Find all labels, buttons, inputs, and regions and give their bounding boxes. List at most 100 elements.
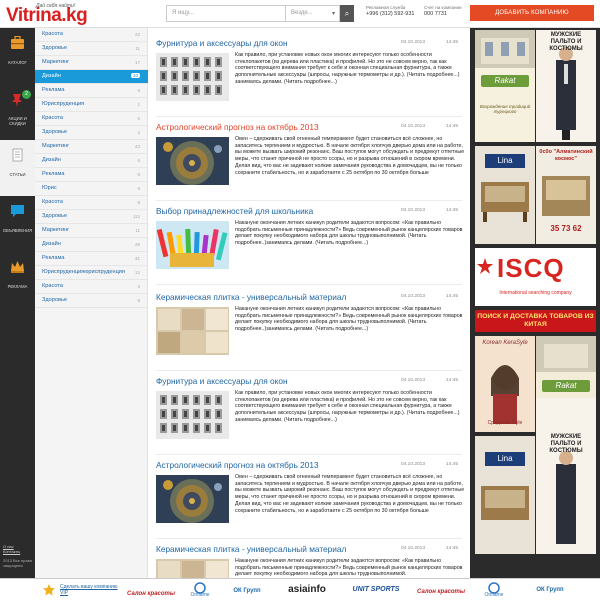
ad-banner-china-delivery[interactable]: ПОИСК И ДОСТАВКА ТОВАРОВ ИЗ КИТАЯ	[475, 310, 596, 332]
region-select[interactable]: Везде... ▾	[286, 5, 340, 22]
ad-service-contact: Рекламная служба +996 (312) 592-931	[366, 5, 414, 17]
nav-item-promotions[interactable]: 2 АКЦИИ И СКИДКИ	[0, 84, 35, 140]
partner-logo-ok-2[interactable]: ОК Групп	[520, 580, 580, 600]
partner-logo-ok[interactable]: ОК Групп	[224, 580, 270, 600]
article-date: 04.10.2013	[401, 208, 426, 213]
article-item: Фурнитура и аксессуары для окон 04.10.201…	[156, 38, 466, 112]
partner-logo-zvezda-2[interactable]: Салон красоты Звезда	[414, 580, 468, 600]
category-label: Маркетинг	[42, 143, 70, 149]
category-item[interactable]: Красота 22	[35, 28, 148, 42]
category-label: Здоровье	[42, 129, 67, 135]
nav-item-ads[interactable]: ОБЪЯВЛЕНИЯ	[0, 196, 35, 252]
vip-promo[interactable]: Сделать вашу компанию VIP	[38, 580, 120, 600]
category-item[interactable]: Маркетинг 17	[35, 56, 148, 70]
ad-banner-lina[interactable]: Lina	[475, 146, 535, 244]
category-item[interactable]: Дизайн 10	[35, 70, 154, 84]
category-item[interactable]: Маркетинг 43	[35, 140, 148, 154]
article-title-link[interactable]: Керамическая плитка - универсальный мате…	[156, 544, 346, 554]
category-count: 5	[137, 157, 140, 163]
partner-logo-asiainfo[interactable]: asiainfo	[276, 580, 338, 600]
category-item[interactable]: Красота 8	[35, 196, 148, 210]
region-placeholder: Везде...	[291, 10, 313, 16]
category-item[interactable]: Маркетинг 11	[35, 224, 148, 238]
partner-name: Салон красоты Звезда	[416, 589, 465, 595]
category-item[interactable]: Здоровье 8	[35, 294, 148, 308]
category-item[interactable]: Здоровье 2	[35, 126, 148, 140]
nav-label: СТАТЬИ	[9, 172, 26, 177]
category-label: Дизайн	[42, 157, 61, 163]
article-item: Керамическая плитка - универсальный мате…	[156, 292, 466, 366]
search-input[interactable]: Я ищу...	[166, 5, 286, 22]
article-divider	[156, 370, 462, 371]
ad-service-phone: +996 (312) 592-931	[366, 11, 415, 17]
partner-logo-unit-sports[interactable]: UNIT SPORTS	[344, 580, 408, 600]
category-count: 10	[130, 73, 140, 78]
nav-label: РЕКЛАМА	[7, 284, 28, 289]
vip-link[interactable]: Сделать вашу компанию VIP	[60, 584, 118, 596]
category-count: 17	[134, 59, 140, 65]
article-title-link[interactable]: Фурнитура и аксессуары для окон	[156, 376, 288, 386]
ad-banner-cosmos[interactable]: 0с0о "Алматинский космос" 35 73 62	[536, 146, 596, 244]
article-date: 04.10.2013	[401, 378, 426, 383]
category-item[interactable]: Юриспруденция 1	[35, 98, 148, 112]
article-time: 14:45	[446, 124, 459, 129]
category-count: 8	[137, 199, 140, 205]
partner-logo-zvezda[interactable]: Салон красоты Звезда	[126, 580, 176, 600]
accounts-phone: 000 7731	[424, 11, 447, 17]
partner-name: UNIT SPORTS	[352, 586, 400, 593]
ad-banner-rakat[interactable]: Rakat Возрождение традиций турецкого	[475, 30, 535, 142]
category-item[interactable]: Здоровье 112	[35, 210, 148, 224]
category-item[interactable]: Юриспруденцияюриспруденция 12	[35, 266, 148, 280]
category-item[interactable]: Реклама 8	[35, 168, 148, 182]
article-title-link[interactable]: Керамическая плитка - универсальный мате…	[156, 292, 346, 302]
top-header: Дай себя найти! Vitrina.kg Я ищу... Везд…	[0, 0, 600, 28]
ad-brand: Rakat	[542, 380, 590, 392]
contacts-link[interactable]: Контакты	[3, 549, 20, 554]
category-item[interactable]: Реклама 31	[35, 252, 148, 266]
ad-title: МУЖСКИЕ ПАЛЬТО И КОСТЮМЫ	[549, 32, 583, 52]
article-thumbnail[interactable]	[156, 53, 229, 101]
article-date: 04.10.2013	[401, 294, 426, 299]
category-item[interactable]: Дизайн 26	[35, 238, 148, 252]
category-label: Дизайн	[42, 73, 61, 79]
article-time: 14:45	[446, 462, 459, 467]
category-label: Здоровье	[42, 213, 67, 219]
category-item[interactable]: Красота 3	[35, 280, 148, 294]
article-title-link[interactable]: Выбор принадлежностей для школьника	[156, 206, 313, 216]
article-time: 14:45	[446, 40, 459, 45]
ad-brand: Lina	[485, 154, 525, 168]
nav-item-advertising[interactable]: РЕКЛАМА	[0, 252, 35, 308]
partner-logo-oriflame-2[interactable]: Oriflame	[474, 580, 514, 600]
ad-banner-suits[interactable]: МУЖСКИЕ ПАЛЬТО И КОСТЮМЫ	[536, 30, 596, 142]
article-thumbnail[interactable]	[156, 221, 229, 269]
partner-logo-oriflame[interactable]: Oriflame	[180, 580, 220, 600]
article-title-link[interactable]: Фурнитура и аксессуары для окон	[156, 38, 288, 48]
add-company-button[interactable]: ДОБАВИТЬ КОМПАНИЮ	[470, 5, 594, 21]
ad-banner-iscq[interactable]: ISCQ International searching company	[475, 248, 596, 306]
category-item[interactable]: Дизайн 5	[35, 154, 148, 168]
category-label: Дизайн	[42, 241, 61, 247]
ad-banner-suits-2[interactable]: МУЖСКИЕ ПАЛЬТО И КОСТЮМЫ	[536, 398, 596, 554]
ad-banner-korean[interactable]: Korean KeraSyle Средства Style	[475, 336, 535, 432]
category-item[interactable]: Красота 5	[35, 112, 148, 126]
article-thumbnail[interactable]	[156, 307, 229, 355]
article-excerpt: Овен – сдерживать свой огненный темперам…	[235, 136, 465, 176]
nav-item-catalog[interactable]: КАТАЛОГ	[0, 28, 35, 84]
article-title-link[interactable]: Астрологический прогноз на октябрь 2013	[156, 460, 319, 470]
oriflame-icon	[194, 582, 206, 594]
search-button[interactable]: ⌕	[340, 5, 354, 22]
site-logo[interactable]: Дай себя найти! Vitrina.kg	[6, 3, 118, 27]
article-thumbnail[interactable]	[156, 475, 229, 523]
nav-item-articles[interactable]: СТАТЬИ	[0, 140, 35, 196]
category-label: Здоровье	[42, 45, 67, 51]
chat-icon	[11, 205, 24, 217]
article-thumbnail[interactable]	[156, 391, 229, 439]
article-thumbnail[interactable]	[156, 137, 229, 185]
category-item[interactable]: Юрис 9	[35, 182, 148, 196]
category-item[interactable]: Реклама 9	[35, 84, 148, 98]
category-count: 8	[137, 297, 140, 303]
category-item[interactable]: Здоровье 11	[35, 42, 148, 56]
article-excerpt: Овен – сдерживать свой огненный темперам…	[235, 474, 465, 514]
ad-banner-lina-2[interactable]: Lina	[475, 436, 535, 554]
article-title-link[interactable]: Астрологический прогноз на октябрь 2013	[156, 122, 319, 132]
